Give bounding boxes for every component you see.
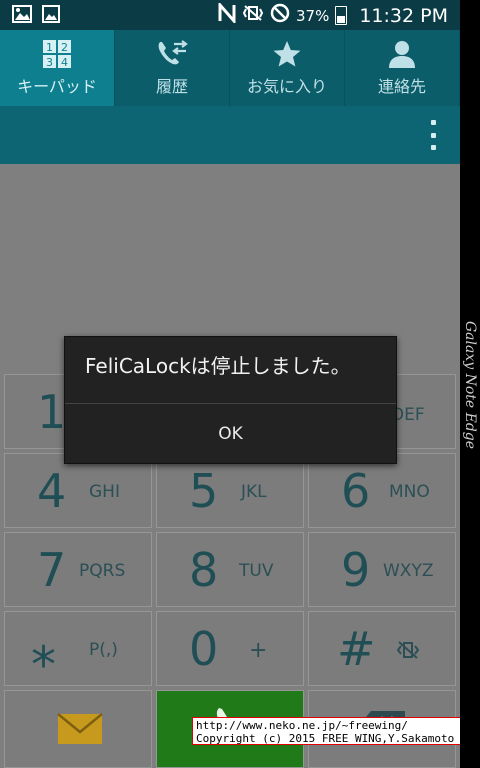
blocked-icon — [270, 3, 290, 28]
key-5[interactable]: 5 JKL — [156, 453, 304, 528]
watermark-copyright: Copyright (c) 2015 FREE WING,Y.Sakamoto — [196, 732, 455, 745]
keypad-icon-digit-1: 1 — [46, 41, 53, 54]
person-icon — [387, 39, 417, 69]
battery-percent: 37% — [296, 6, 330, 25]
key-4-digit: 4 — [37, 464, 67, 518]
key-star-digit: ⁎ — [31, 620, 56, 678]
key-5-letters: JKL — [241, 482, 267, 502]
key-8[interactable]: 8 TUV — [156, 532, 304, 607]
tab-keypad-label: キーパッド — [17, 77, 97, 96]
tab-bar: 1 2 3 4 キーパッド 履歴 お気に入り 連絡先 — [0, 30, 460, 106]
key-6-digit: 6 — [341, 464, 371, 518]
copyright-watermark: http://www.neko.ne.jp/~freewing/ Copyrig… — [192, 717, 460, 745]
notification-icons — [12, 5, 60, 27]
tab-call-log-label: 履歴 — [155, 77, 188, 96]
overflow-menu-icon[interactable] — [428, 120, 438, 150]
tab-call-log[interactable]: 履歴 — [115, 30, 230, 106]
image-notification-icon — [42, 5, 60, 27]
tab-contacts-label: 連絡先 — [377, 77, 426, 96]
tab-contacts[interactable]: 連絡先 — [345, 30, 460, 106]
key-0-digit: 0 — [189, 622, 219, 676]
key-9[interactable]: 9 WXYZ — [308, 532, 456, 607]
key-hash-digit: # — [337, 622, 376, 676]
device-label: Galaxy Note Edge — [462, 320, 478, 450]
key-1-digit: 1 — [37, 385, 67, 439]
vibrate-icon — [242, 4, 264, 27]
clock: 11:32 PM — [359, 4, 448, 27]
keypad-icon-digit-2: 2 — [61, 41, 68, 54]
key-7[interactable]: 7 PQRS — [4, 532, 152, 607]
key-9-letters: WXYZ — [383, 561, 434, 581]
vibrate-mode-icon — [395, 640, 421, 664]
message-button[interactable] — [4, 690, 152, 768]
keypad-icon-digit-4: 4 — [61, 56, 68, 69]
system-icons: 37% 11:32 PM — [218, 1, 448, 28]
key-5-digit: 5 — [189, 464, 219, 518]
error-dialog: FeliCaLockは停止しました。 OK — [64, 336, 397, 464]
key-0-letters: + — [249, 638, 268, 663]
key-4-letters: GHI — [89, 482, 120, 502]
key-6-letters: MNO — [389, 482, 430, 502]
call-log-icon — [156, 39, 188, 69]
nfc-icon — [218, 1, 236, 28]
status-bar: 37% 11:32 PM — [0, 0, 460, 30]
phone-screen: 37% 11:32 PM 1 2 3 4 キーパッド 履歴 お気に入り 連絡先 … — [0, 0, 460, 768]
battery-icon — [335, 6, 348, 25]
key-8-digit: 8 — [189, 543, 219, 597]
key-9-digit: 9 — [341, 543, 371, 597]
key-hash[interactable]: # — [308, 611, 456, 686]
key-6[interactable]: 6 MNO — [308, 453, 456, 528]
tab-favorites[interactable]: お気に入り — [230, 30, 345, 106]
keypad-icon: 1 2 3 4 — [42, 39, 72, 69]
key-star[interactable]: ⁎ P(,) — [4, 611, 152, 686]
action-bar — [0, 106, 460, 164]
key-7-letters: PQRS — [79, 561, 126, 581]
key-star-letters: P(,) — [89, 640, 118, 660]
keypad-icon-digit-3: 3 — [46, 56, 53, 69]
key-4[interactable]: 4 GHI — [4, 453, 152, 528]
tab-keypad[interactable]: 1 2 3 4 キーパッド — [0, 30, 115, 106]
tab-favorites-label: お気に入り — [246, 77, 327, 96]
ok-button[interactable]: OK — [65, 404, 396, 463]
key-0[interactable]: 0 + — [156, 611, 304, 686]
key-8-letters: TUV — [239, 561, 274, 581]
dialog-message: FeliCaLockは停止しました。 — [85, 354, 351, 378]
star-icon — [272, 39, 302, 69]
watermark-url: http://www.neko.ne.jp/~freewing/ — [196, 719, 408, 732]
gallery-notification-icon — [12, 5, 32, 27]
key-7-digit: 7 — [37, 543, 67, 597]
envelope-icon — [57, 713, 103, 749]
